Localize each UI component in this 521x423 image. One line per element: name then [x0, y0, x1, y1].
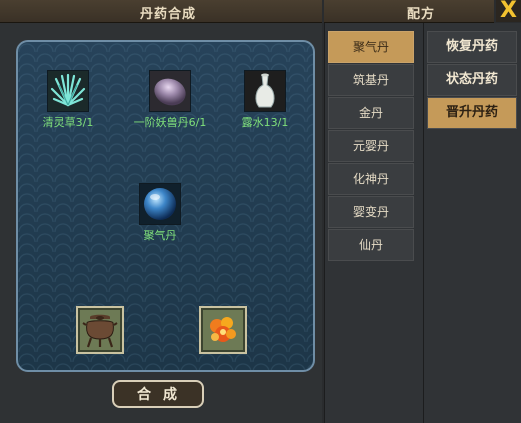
category-tab[interactable]: 恢复丹药 — [427, 31, 517, 63]
synthesis-title: 丹药合成 — [140, 7, 197, 22]
cauldron-icon — [82, 314, 118, 348]
pill-list-item[interactable]: 婴变丹 — [328, 196, 414, 228]
category-tab[interactable]: 状态丹药 — [427, 64, 517, 96]
beast-core-icon — [149, 70, 191, 112]
vase-icon — [244, 70, 286, 112]
pill-icon — [139, 183, 181, 225]
herb-icon — [47, 70, 89, 112]
result-label: 聚气丹 — [143, 229, 177, 242]
ingredient-dew[interactable]: 露水13/1 — [232, 70, 298, 130]
recipe-title-bar: 配方 — [324, 0, 494, 23]
recipe-title: 配方 — [407, 7, 436, 22]
close-icon: X — [500, 0, 517, 23]
synthesis-title-bar: 丹药合成 — [0, 0, 322, 23]
fire-icon — [210, 317, 236, 342]
fire-slot[interactable] — [199, 306, 247, 354]
combine-button[interactable]: 合成 — [112, 380, 204, 408]
ingredient-label: 一阶妖兽丹6/1 — [133, 116, 207, 129]
category-tab[interactable]: 晋升丹药 — [427, 97, 517, 129]
pill-list-item[interactable]: 仙丹 — [328, 229, 414, 261]
cauldron-slot[interactable] — [76, 306, 124, 354]
pill-list-item[interactable]: 金丹 — [328, 97, 414, 129]
pill-list-item[interactable]: 化神丹 — [328, 163, 414, 195]
close-button[interactable]: X — [496, 0, 521, 22]
pill-list-item[interactable]: 元婴丹 — [328, 130, 414, 162]
ingredient-label: 露水13/1 — [241, 116, 289, 129]
ingredient-herb[interactable]: 清灵草3/1 — [38, 70, 98, 130]
pill-list-item[interactable]: 聚气丹 — [328, 31, 414, 63]
ingredient-beast-core[interactable]: 一阶妖兽丹6/1 — [120, 70, 220, 130]
pill-list-item[interactable]: 筑基丹 — [328, 64, 414, 96]
ingredient-label: 清灵草3/1 — [42, 116, 94, 129]
result-pill[interactable]: 聚气丹 — [130, 183, 190, 243]
